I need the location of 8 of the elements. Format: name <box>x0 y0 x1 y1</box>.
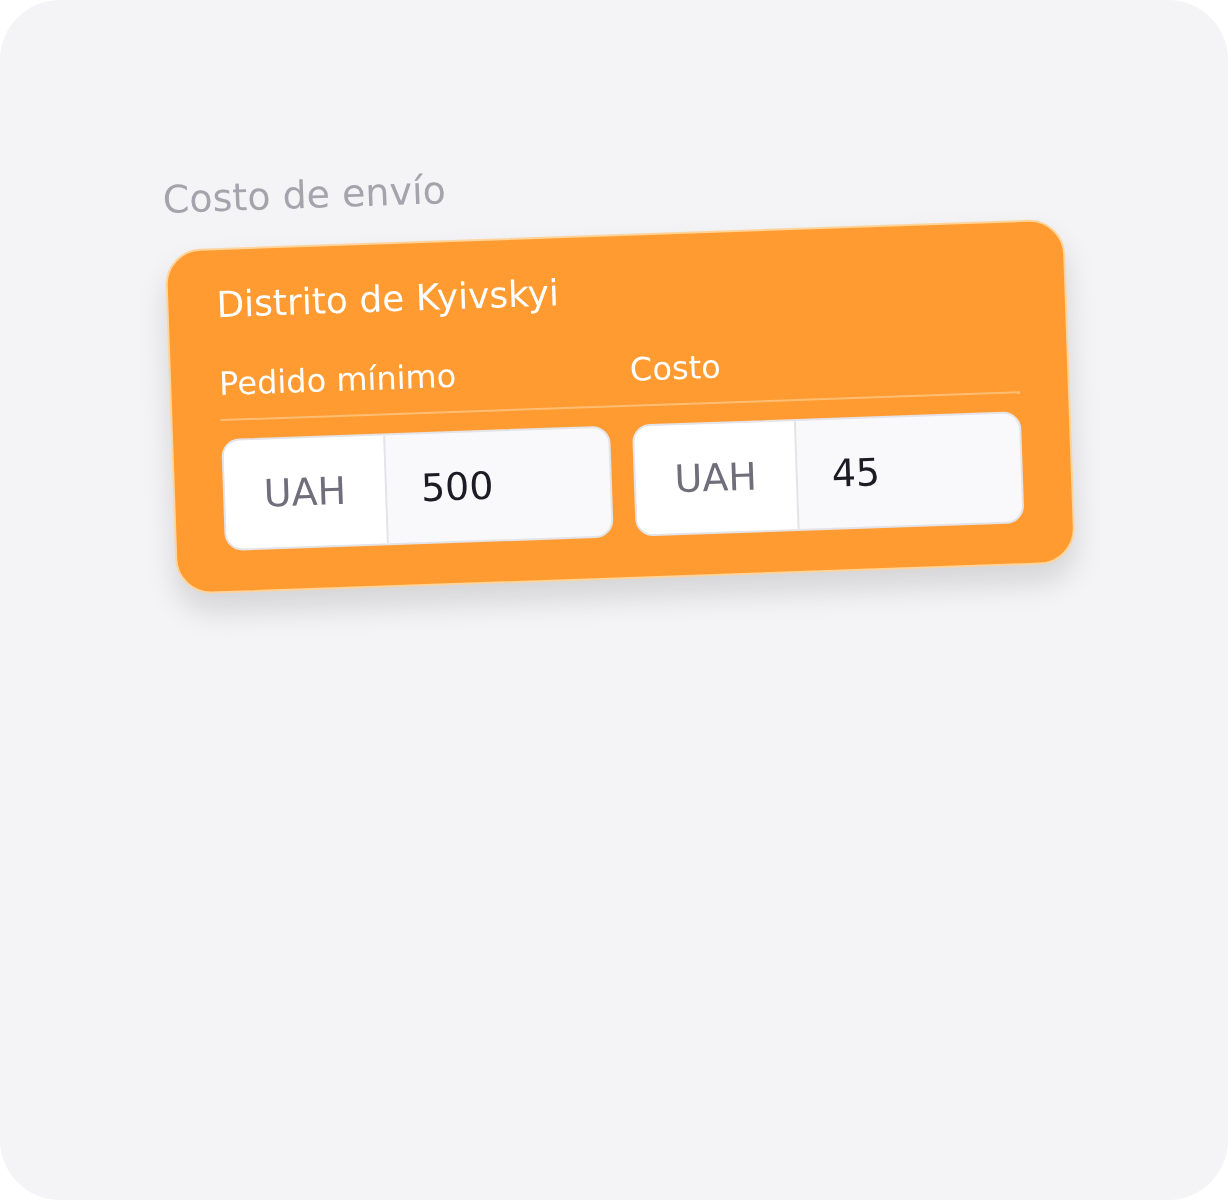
amount-field[interactable]: UAH 500 <box>221 425 614 552</box>
field-label: Costo <box>629 347 722 389</box>
currency-prefix: UAH <box>633 421 800 535</box>
currency-prefix: UAH <box>223 435 389 549</box>
card-title: Distrito de Kyivskyi <box>215 272 560 326</box>
section-title: Costo de envío <box>162 168 447 222</box>
field-label: Pedido mínimo <box>218 356 457 404</box>
amount-field[interactable]: UAH 45 <box>631 411 1025 537</box>
